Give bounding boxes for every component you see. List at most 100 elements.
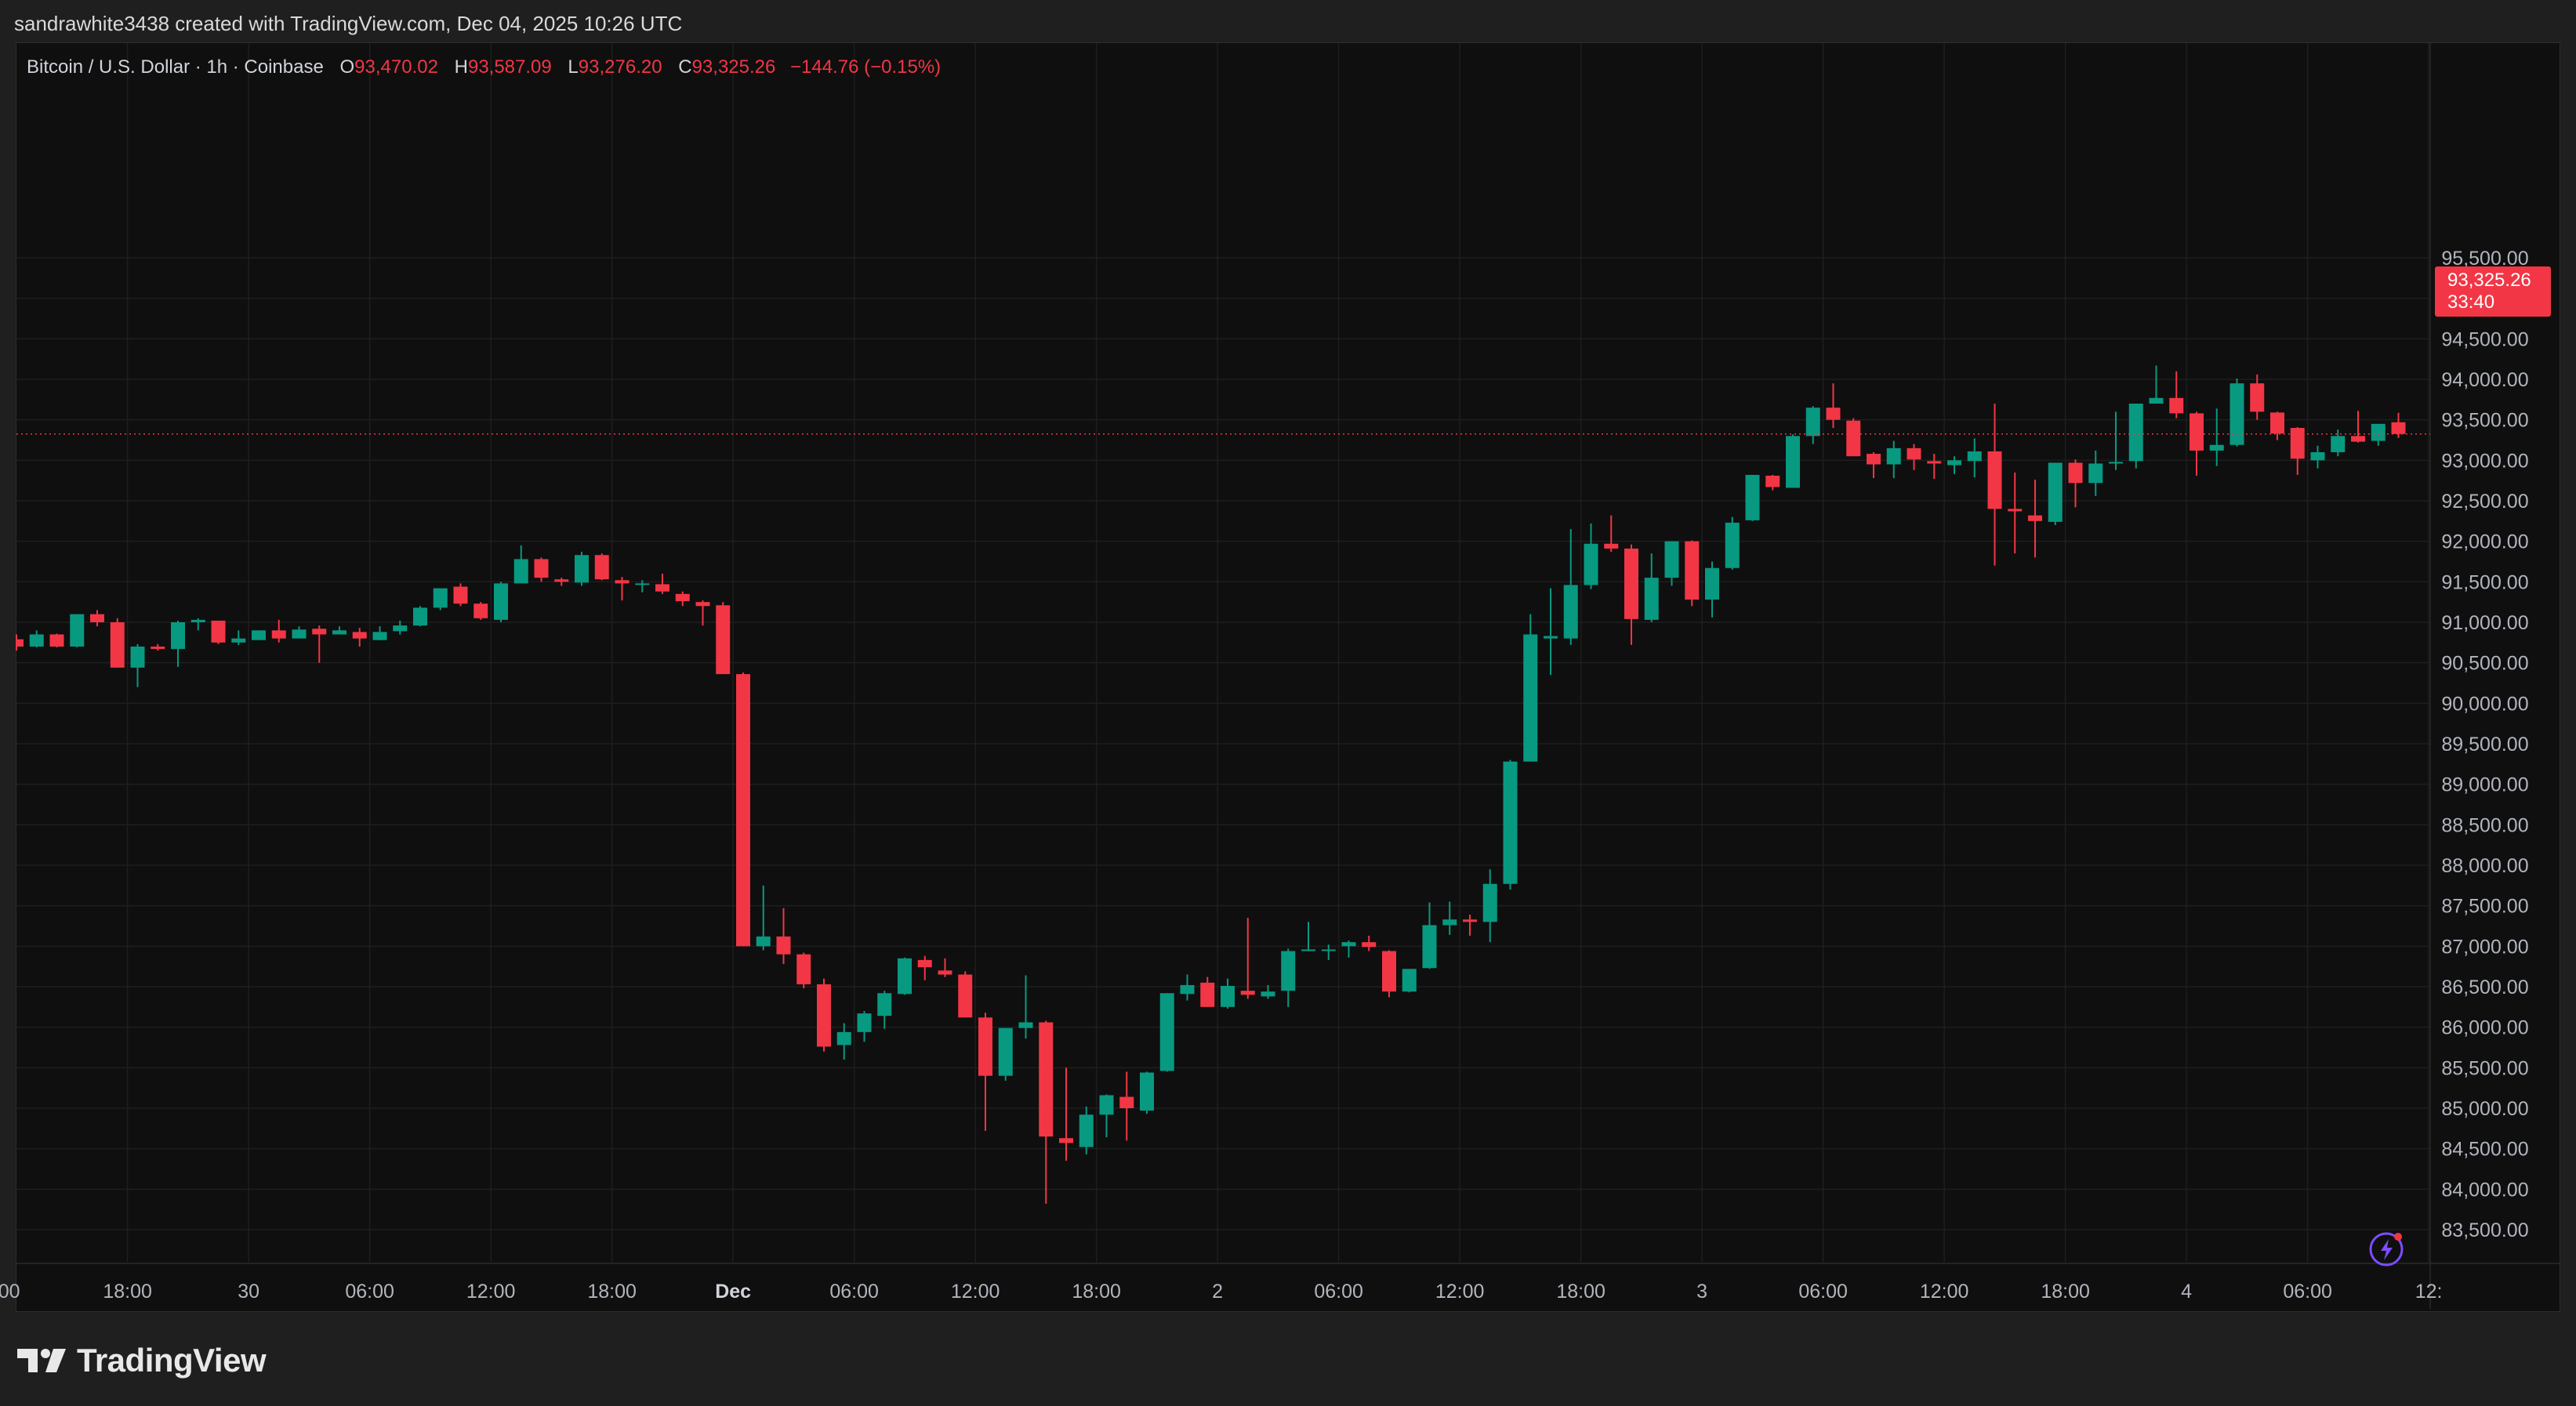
- x-tick-label: 18:00: [1556, 1281, 1605, 1303]
- candle-body: [413, 607, 427, 626]
- candle-body: [817, 984, 831, 1047]
- candle-body: [1261, 991, 1275, 997]
- grid-lines: [5, 43, 2560, 1309]
- candle: [898, 957, 912, 995]
- candle: [2128, 404, 2143, 469]
- candle-body: [1200, 982, 1215, 1007]
- candle: [877, 991, 892, 1029]
- candle-body: [494, 583, 508, 620]
- candle-body: [1664, 541, 1679, 578]
- symbol-legend[interactable]: Bitcoin / U.S. Dollar · 1h · Coinbase O9…: [27, 55, 941, 80]
- candle: [998, 1027, 1013, 1081]
- candle: [1947, 456, 1961, 474]
- time-axis[interactable]: :00 18:00 30 06:00 12:00 18:00 Dec 06:00 12:00 18…: [0, 1281, 2443, 1303]
- close-value: 93,325.26: [691, 56, 776, 78]
- open-value: 93,470.02: [354, 56, 438, 78]
- candle: [1159, 993, 1174, 1072]
- candle-body: [1301, 949, 1315, 951]
- candle-body: [1846, 420, 1861, 457]
- candle: [1018, 975, 1033, 1039]
- candle: [49, 633, 64, 648]
- tradingview-logo-icon: [17, 1349, 66, 1372]
- candle: [817, 978, 831, 1052]
- candle: [211, 620, 226, 644]
- candle: [171, 620, 185, 667]
- candle-body: [2351, 436, 2365, 442]
- candle-body: [1725, 522, 1740, 568]
- candle: [1463, 915, 1477, 936]
- candle: [1523, 614, 1538, 762]
- candle-body: [1685, 541, 1700, 600]
- candle-body: [2008, 509, 2023, 512]
- candle: [1200, 977, 1215, 1007]
- candle-body: [1482, 883, 1497, 922]
- candlestick-chart[interactable]: 83,500.00 84,000.00 84,500.00 85,000.00 85,5…: [0, 0, 2576, 1406]
- candle: [312, 625, 327, 663]
- x-tick-label: 06:00: [2283, 1281, 2332, 1303]
- candle-body: [130, 647, 145, 668]
- y-tick-label: 94,500.00: [2441, 328, 2528, 350]
- candle-body: [716, 605, 731, 675]
- candle-body: [16, 639, 24, 647]
- candle: [2371, 423, 2386, 446]
- candle-body: [433, 588, 448, 608]
- candle: [252, 630, 266, 640]
- y-tick-label: 91,000.00: [2441, 612, 2528, 634]
- x-tick-label: 12:00: [951, 1281, 1000, 1303]
- candle-body: [534, 559, 549, 578]
- candle: [655, 574, 669, 594]
- candle: [1705, 561, 1719, 618]
- candle-body: [190, 619, 205, 622]
- x-tick-label: Dec: [715, 1281, 751, 1303]
- candle-body: [736, 674, 750, 947]
- candle-body: [2270, 412, 2284, 434]
- y-tick-label: 88,000.00: [2441, 855, 2528, 877]
- candle-body: [635, 583, 650, 585]
- candle-body: [2290, 428, 2305, 459]
- candle: [1079, 1106, 1094, 1154]
- candle-body: [1180, 984, 1195, 995]
- y-tick-label: 84,500.00: [2441, 1139, 2528, 1161]
- candle: [1422, 902, 1437, 969]
- candle: [675, 591, 690, 607]
- symbol-title[interactable]: Bitcoin / U.S. Dollar · 1h · Coinbase: [27, 56, 324, 78]
- candle-body: [1382, 951, 1396, 992]
- candle-body: [898, 958, 912, 995]
- candle: [453, 583, 468, 607]
- candle: [1442, 901, 1457, 935]
- candle: [1907, 444, 1921, 470]
- candle-body: [978, 1017, 992, 1076]
- candle: [1221, 978, 1235, 1009]
- candle: [1503, 759, 1518, 890]
- sparkle-lightning-icon[interactable]: [2366, 1229, 2407, 1270]
- candle: [2270, 411, 2284, 440]
- candle-body: [2391, 422, 2406, 434]
- candle-body: [1563, 585, 1578, 639]
- x-tick-label: 06:00: [829, 1281, 879, 1303]
- candle: [1099, 1094, 1114, 1138]
- y-tick-label: 93,500.00: [2441, 410, 2528, 432]
- candle: [2068, 459, 2083, 508]
- candle-body: [2230, 383, 2244, 445]
- candle: [2169, 371, 2184, 419]
- x-tick-label: 18:00: [587, 1281, 637, 1303]
- candle-body: [958, 974, 973, 1018]
- candle-body: [151, 647, 165, 650]
- candle-body: [1240, 991, 1255, 995]
- candle: [1967, 438, 1982, 478]
- candle-body: [836, 1031, 851, 1045]
- candle-body: [171, 622, 185, 650]
- candle-body: [615, 580, 629, 584]
- price-axis[interactable]: 83,500.00 84,000.00 84,500.00 85,000.00 85,5…: [2441, 248, 2528, 1241]
- candle-body: [2371, 423, 2386, 441]
- candle-body: [1604, 543, 1619, 549]
- candle-body: [2190, 413, 2204, 451]
- candle: [1382, 950, 1396, 998]
- candle-body: [1907, 448, 1921, 460]
- candle-body: [998, 1027, 1013, 1076]
- y-tick-label: 92,500.00: [2441, 491, 2528, 513]
- candle: [615, 577, 629, 601]
- candle-body: [29, 634, 44, 647]
- tradingview-logo[interactable]: TradingView: [17, 1339, 267, 1382]
- candle-body: [1584, 543, 1598, 585]
